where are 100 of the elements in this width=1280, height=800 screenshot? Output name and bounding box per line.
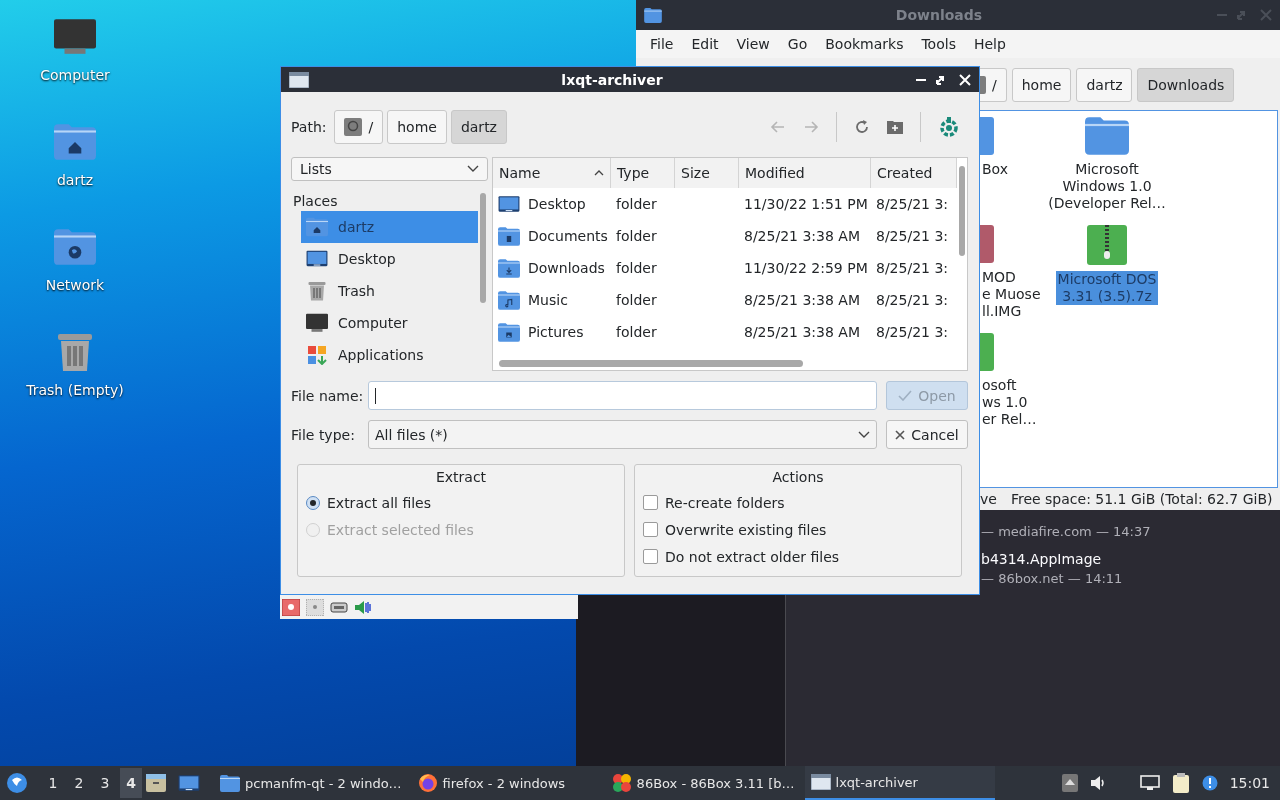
table-cell-text: folder — [615, 195, 658, 214]
path-button[interactable]: / — [334, 110, 384, 144]
file-type-dropdown[interactable]: All files (*) — [368, 420, 877, 449]
place-item[interactable]: Computer — [301, 307, 478, 339]
drive-icon — [344, 118, 363, 136]
task-button[interactable]: firefox - 2 windows — [411, 766, 602, 800]
group-title: Actions — [771, 469, 825, 485]
clipboard-icon[interactable] — [1171, 773, 1190, 793]
folder-icon — [644, 7, 662, 23]
monitor-icon — [306, 313, 328, 333]
table-cell-text: folder — [615, 291, 658, 310]
reload-icon[interactable] — [854, 119, 870, 135]
desktop-icon — [498, 194, 520, 214]
menu-item[interactable]: View — [728, 33, 778, 55]
chevron-down-icon — [858, 430, 870, 439]
desktop-icon — [178, 773, 200, 793]
sort-ascending-icon — [594, 170, 604, 176]
file-name[interactable]: Box — [980, 161, 1011, 178]
option-label[interactable]: Overwrite existing files — [665, 521, 827, 538]
task-button[interactable]: 86Box - 86Box 3.11 [b… — [605, 766, 801, 800]
name-cell[interactable]: Desktop — [493, 188, 611, 220]
desktop-icon-label[interactable]: Trash (Empty) — [26, 382, 124, 398]
table-cell-text: 8/25/21 3:38 AM — [743, 323, 861, 342]
documents-folder-icon — [498, 226, 520, 246]
name-cell[interactable]: Documents — [493, 220, 611, 252]
menu-item[interactable]: Edit — [683, 33, 727, 55]
workspace-button[interactable]: 2 — [68, 768, 90, 798]
path-button[interactable]: dartz — [450, 110, 507, 144]
place-item[interactable]: Desktop — [301, 243, 478, 275]
table-cell-text: 11/30/22 2:59 PM — [743, 259, 869, 278]
places-header: Places — [292, 192, 339, 211]
name-cell[interactable]: Music — [493, 284, 611, 316]
checkbox[interactable] — [643, 549, 658, 564]
table-cell-text: 8/25/21 3:38 AM — [743, 291, 861, 310]
menu-item[interactable]: Tools — [913, 33, 964, 55]
name-cell[interactable]: Downloads — [493, 252, 611, 284]
scrollbar-thumb[interactable] — [499, 359, 803, 367]
table-cell-text: 8/25/21 3: — [875, 259, 950, 278]
network-icon[interactable] — [1139, 775, 1160, 791]
column-header[interactable]: Name — [493, 158, 611, 188]
workspace-button[interactable]: 3 — [94, 768, 116, 798]
file-name[interactable]: Microsoft Windows 1.0 (Developer Rel… — [1046, 161, 1168, 212]
name-cell[interactable]: Pictures — [493, 316, 611, 348]
scrollbar-thumb[interactable] — [959, 166, 965, 256]
menu-item[interactable]: Go — [779, 33, 816, 55]
cancel-button[interactable]: Cancel — [886, 420, 968, 449]
download-source: — 86box.net — 14:11 — [981, 571, 1124, 586]
column-header[interactable]: Size — [675, 158, 739, 188]
column-header[interactable]: Type — [611, 158, 675, 188]
scrollbar-thumb[interactable] — [480, 193, 486, 303]
start-menu-icon[interactable] — [6, 772, 28, 794]
speaker-icon[interactable] — [354, 598, 372, 616]
window-title: lxqt-archiver — [560, 71, 664, 88]
menu-item[interactable]: File — [642, 33, 682, 55]
path-button[interactable]: / — [980, 68, 1007, 102]
desktop-icon — [306, 249, 328, 269]
window-icon — [810, 774, 831, 790]
notification-icon[interactable] — [1201, 775, 1218, 791]
path-button[interactable]: dartz — [1076, 68, 1133, 102]
gear-icon[interactable] — [938, 116, 960, 138]
emulator-icon — [611, 773, 632, 793]
task-button[interactable]: pcmanfm-qt - 2 windo… — [214, 766, 408, 800]
archive-icon — [980, 333, 994, 371]
status-text: ve — [980, 491, 997, 507]
place-item[interactable]: Trash — [301, 275, 478, 307]
task-button[interactable]: lxqt-archiver — [804, 766, 995, 800]
drive-icon[interactable] — [306, 598, 324, 616]
option-label[interactable]: Extract all files — [327, 494, 431, 511]
menu-item[interactable]: Bookmarks — [817, 33, 912, 55]
column-header[interactable]: Created — [871, 158, 957, 188]
menu-item[interactable]: Help — [965, 33, 1014, 55]
window-controls-icon[interactable] — [915, 73, 971, 86]
download-source: — mediafire.com — 14:37 — [981, 524, 1152, 539]
folder-icon — [220, 774, 240, 792]
group-title: Extract — [434, 469, 488, 485]
view-dropdown[interactable]: Lists — [291, 157, 488, 181]
option-label[interactable]: Re-create folders — [665, 494, 785, 511]
path-button[interactable]: home — [1011, 68, 1072, 102]
new-folder-icon[interactable] — [887, 120, 903, 134]
file-cabinet-icon[interactable] — [146, 774, 166, 792]
file-name-field[interactable] — [368, 381, 877, 410]
window-title: Downloads — [894, 7, 984, 23]
option-label[interactable]: Do not extract older files — [665, 548, 840, 565]
table-cell-text: 8/25/21 3: — [875, 291, 950, 310]
workspace-button[interactable]: 1 — [42, 768, 64, 798]
path-label: Path: — [291, 119, 327, 135]
file-name[interactable]: MOD e Muose ll.IMG — [980, 269, 1043, 320]
close-icon — [895, 429, 906, 440]
folder-icon — [1085, 117, 1129, 155]
place-item[interactable]: Applications — [301, 339, 478, 371]
download-name[interactable]: b4314.AppImage — [981, 551, 1280, 567]
radio-button[interactable] — [306, 495, 320, 510]
path-button[interactable]: home — [387, 110, 447, 144]
desktop-icon-label[interactable]: Network — [45, 277, 105, 293]
checkbox[interactable] — [643, 495, 658, 510]
path-button[interactable]: Downloads — [1137, 68, 1235, 102]
file-name[interactable]: osoft ws 1.0 er Rel… — [980, 377, 1039, 428]
column-header[interactable]: Modified — [739, 158, 871, 188]
workspace-button[interactable]: 4 — [120, 768, 142, 798]
checkbox[interactable] — [643, 522, 658, 537]
